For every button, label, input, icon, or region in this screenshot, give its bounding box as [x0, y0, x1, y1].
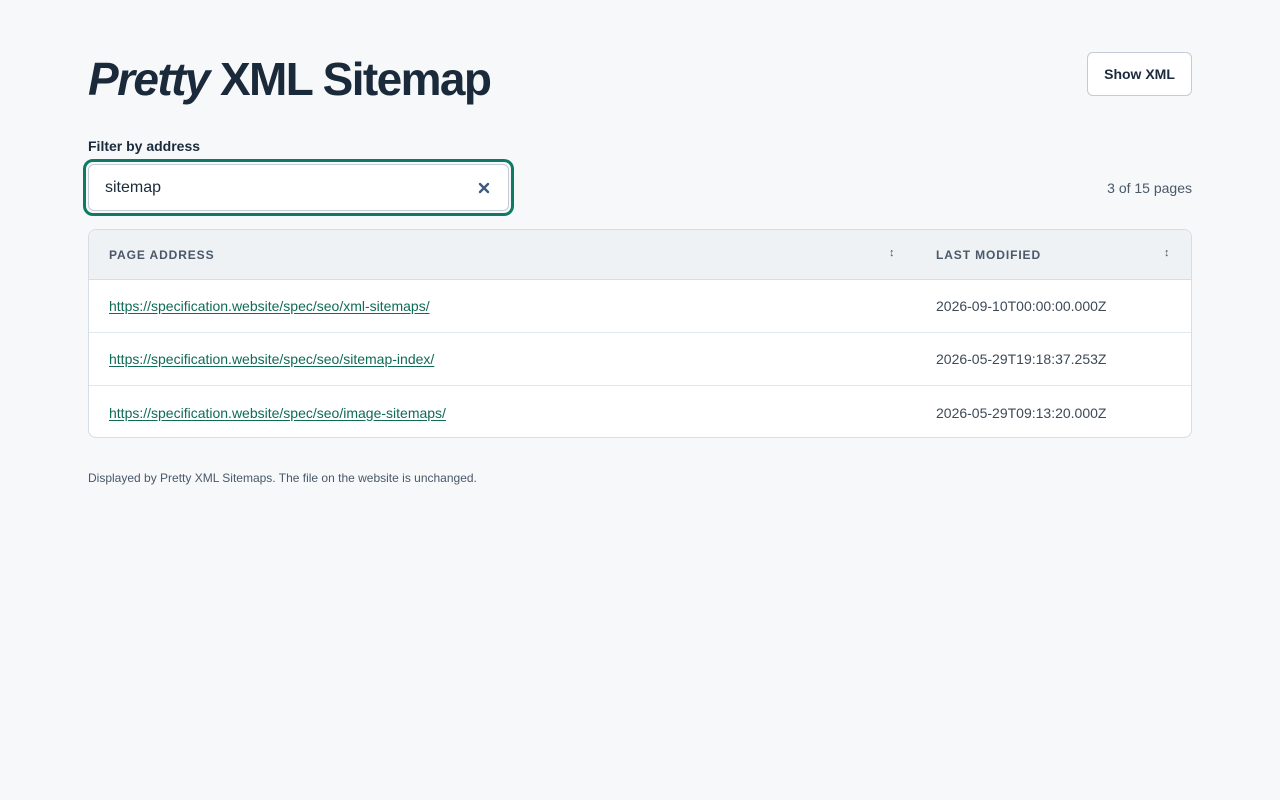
column-header-label: PAGE ADDRESS	[109, 248, 215, 262]
page-title-italic: Pretty	[88, 53, 210, 105]
table-header: PAGE ADDRESS ↕ LAST MODIFIED ↕	[89, 230, 1191, 280]
page-title: Pretty XML Sitemap	[88, 52, 492, 106]
show-xml-button[interactable]: Show XML	[1087, 52, 1192, 96]
page-address-link[interactable]: https://specification.website/spec/seo/x…	[109, 280, 430, 332]
close-icon-glyph	[478, 182, 490, 193]
last-modified-value: 2026-05-29T19:18:37.253Z	[936, 351, 1107, 367]
last-modified-value: 2026-05-29T09:13:20.000Z	[936, 404, 1107, 421]
filter-input-wrapper	[88, 164, 509, 211]
column-header-page-address[interactable]: PAGE ADDRESS ↕	[109, 230, 899, 280]
table-row: https://specification.website/spec/seo/i…	[89, 386, 1191, 437]
sort-icon[interactable]: ↕	[889, 247, 895, 259]
page-address-link[interactable]: https://specification.website/spec/seo/s…	[109, 333, 434, 385]
page-address-link[interactable]: https://specification.website/spec/seo/i…	[109, 386, 446, 437]
result-count: 3 of 15 pages	[1107, 180, 1192, 196]
last-modified-value: 2026-09-10T00:00:00.000Z	[936, 298, 1107, 314]
table-row: https://specification.website/spec/seo/s…	[89, 333, 1191, 386]
filter-label: Filter by address	[88, 138, 201, 154]
table-row: https://specification.website/spec/seo/x…	[89, 280, 1191, 333]
close-icon[interactable]	[476, 180, 492, 196]
footer-note: Displayed by Pretty XML Sitemaps. The fi…	[88, 471, 477, 485]
column-header-last-modified[interactable]: LAST MODIFIED ↕	[936, 230, 1176, 280]
sort-icon[interactable]: ↕	[1164, 247, 1170, 259]
sitemap-table: PAGE ADDRESS ↕ LAST MODIFIED ↕ https://s…	[88, 229, 1192, 438]
filter-field	[83, 159, 514, 216]
column-header-label: LAST MODIFIED	[936, 248, 1042, 262]
page-title-rest: XML Sitemap	[208, 53, 492, 105]
filter-input[interactable]	[105, 165, 445, 210]
page: Pretty XML Sitemap Show XML Filter by ad…	[0, 0, 1280, 800]
